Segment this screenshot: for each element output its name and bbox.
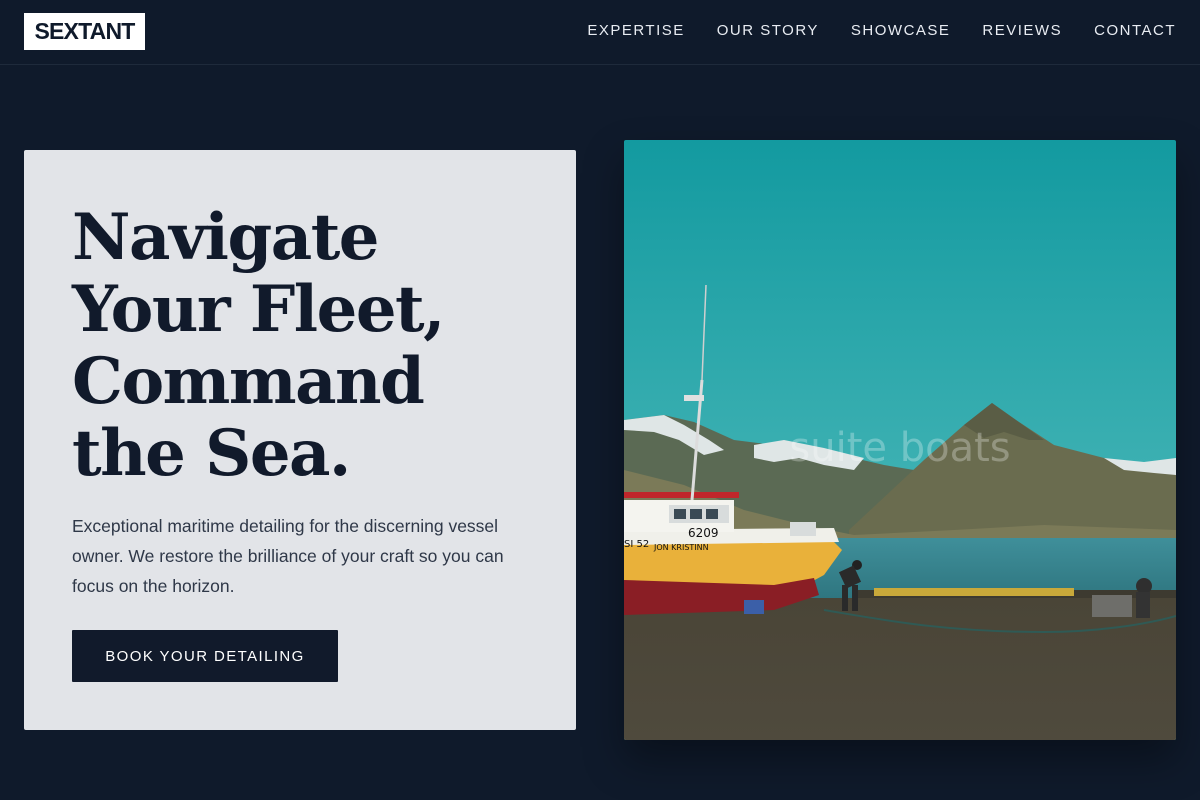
hero-card: Navigate Your Fleet, Command the Sea. Ex… [24, 150, 576, 730]
nav-item-our-story[interactable]: OUR STORY [717, 20, 819, 42]
boat-name-label: JON KRISTINN [653, 543, 709, 552]
hero-subtitle: Exceptional maritime detailing for the d… [72, 516, 504, 596]
watermark-text: suite boats [789, 425, 1011, 471]
nav-item-showcase[interactable]: SHOWCASE [851, 20, 951, 42]
main-nav: EXPERTISE OUR STORY SHOWCASE REVIEWS CON… [587, 20, 1176, 42]
hero-title: Navigate Your Fleet, Command the Sea. [72, 200, 445, 491]
boat-registration-label: SI 52 [624, 539, 649, 550]
hero-photo: 6209 SI 52 JON KRISTINN suite boats [624, 140, 1176, 740]
nav-item-expertise[interactable]: EXPERTISE [587, 20, 684, 42]
boat-number-label: 6209 [688, 526, 719, 540]
book-detailing-button[interactable]: BOOK YOUR DETAILING [72, 630, 338, 682]
nav-item-contact[interactable]: CONTACT [1094, 20, 1176, 42]
nav-item-reviews[interactable]: REVIEWS [982, 20, 1062, 42]
site-header: SEXTANT EXPERTISE OUR STORY SHOWCASE REV… [0, 0, 1200, 65]
brand-logo[interactable]: SEXTANT [24, 13, 145, 50]
